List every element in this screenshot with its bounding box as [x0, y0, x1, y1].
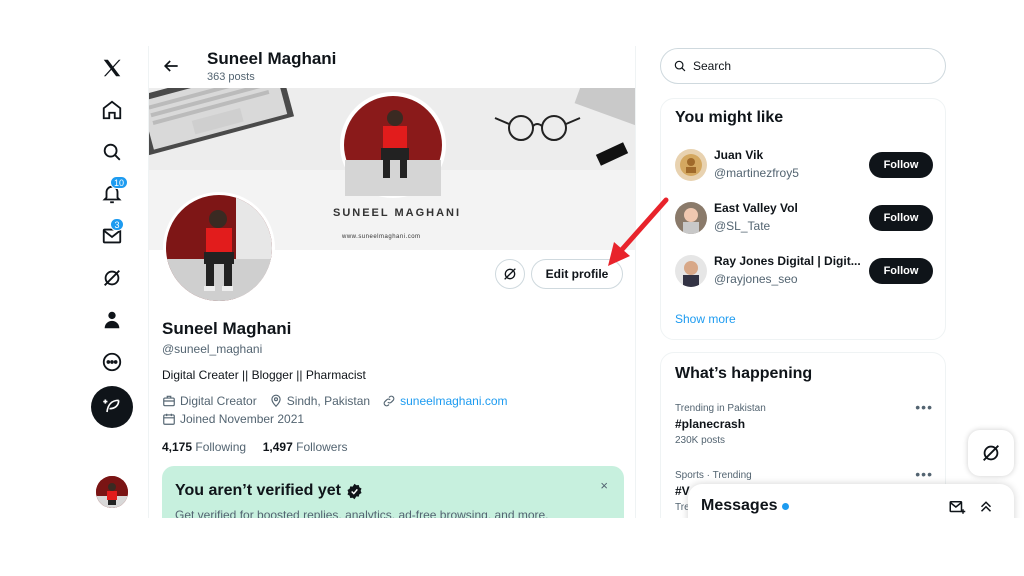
- expand-chevron-icon[interactable]: [977, 497, 995, 515]
- grok-analyze-button[interactable]: [495, 259, 525, 289]
- search-placeholder: Search: [693, 59, 732, 73]
- compose-post-button[interactable]: [91, 386, 133, 428]
- back-arrow-icon[interactable]: [161, 56, 181, 76]
- suggested-user-row[interactable]: Ray Jones Digital | Digit... @rayjones_s…: [675, 251, 933, 291]
- follow-button[interactable]: Follow: [869, 258, 933, 284]
- grok-floating-button[interactable]: [968, 430, 1014, 476]
- suggested-user-handle: @martinezfroy5: [714, 166, 799, 180]
- suggested-user-avatar: [675, 149, 707, 181]
- followers-link[interactable]: 1,497 Followers: [263, 440, 348, 454]
- profile-joined-row: Joined November 2021: [162, 412, 304, 426]
- profile-bio: Digital Creater || Blogger || Pharmacist: [162, 368, 366, 382]
- you-might-like-card: You might like Juan Vik @martinezfroy5 F…: [660, 98, 946, 340]
- suggested-user-handle: @SL_Tate: [714, 219, 771, 233]
- verified-badge-icon: [347, 483, 362, 499]
- following-link[interactable]: 4,175 Following: [162, 440, 246, 454]
- messages-mail-icon[interactable]: 3: [88, 216, 136, 256]
- suggested-user-handle: @rayjones_seo: [714, 272, 798, 286]
- profile-joined: Joined November 2021: [180, 412, 305, 426]
- new-message-icon[interactable]: [948, 498, 966, 516]
- profile-location: Sindh, Pakistan: [286, 394, 371, 408]
- header-name: Suneel Maghani: [207, 49, 337, 68]
- messages-badge: 3: [110, 218, 124, 231]
- profile-name: Suneel Maghani: [162, 319, 292, 338]
- header-post-count: 363 posts: [207, 71, 255, 83]
- banner-url-text: www.suneelmaghani.com: [342, 234, 421, 240]
- suggested-user-avatar: [675, 255, 707, 287]
- messages-title: Messages: [701, 497, 789, 515]
- trend-item[interactable]: Trending in Pakistan #planecrash 230K po…: [675, 399, 933, 446]
- suggested-user-name: Juan Vik: [714, 148, 764, 162]
- show-more-link[interactable]: Show more: [675, 312, 736, 326]
- suggested-user-avatar: [675, 202, 707, 234]
- follow-button[interactable]: Follow: [869, 205, 933, 231]
- notifications-bell-icon[interactable]: 10: [88, 174, 136, 214]
- trend-context: Sports · Trending: [675, 470, 752, 481]
- verify-close-button[interactable]: ×: [600, 478, 608, 493]
- more-dots-icon[interactable]: •••: [915, 466, 933, 482]
- notifications-badge: 10: [110, 176, 129, 189]
- profile-handle: @suneel_maghani: [162, 342, 263, 356]
- calendar-icon: [163, 413, 175, 425]
- search-icon: [674, 60, 686, 72]
- profile-photo: [166, 195, 272, 301]
- briefcase-icon: [163, 395, 175, 407]
- whats-happening-title: What’s happening: [675, 365, 813, 382]
- you-might-like-title: You might like: [675, 109, 784, 126]
- suggested-user-name: Ray Jones Digital | Digit...: [714, 254, 861, 268]
- account-avatar[interactable]: [96, 476, 128, 508]
- annotation-arrow: [608, 197, 669, 266]
- grok-icon: [504, 268, 516, 280]
- profile-avatar[interactable]: [163, 192, 275, 304]
- profile-person-icon[interactable]: [88, 300, 136, 340]
- follow-stats: 4,175 Following 1,497 Followers: [162, 440, 347, 454]
- profile-website-link[interactable]: suneelmaghani.com: [400, 394, 507, 408]
- trend-hashtag: #planecrash: [675, 417, 746, 431]
- bottom-whitespace: [0, 518, 1024, 576]
- profile-column: Suneel Maghani 363 posts SUNEEL MAGHANI …: [148, 46, 636, 576]
- follow-button[interactable]: Follow: [869, 152, 933, 178]
- suggested-user-row[interactable]: East Valley Vol @SL_Tate Follow: [675, 198, 933, 238]
- link-icon: [383, 395, 395, 407]
- more-circle-icon[interactable]: [88, 342, 136, 382]
- suggested-user-row[interactable]: Juan Vik @martinezfroy5 Follow: [675, 145, 933, 185]
- unread-dot: [781, 502, 789, 510]
- explore-search-icon[interactable]: [88, 132, 136, 172]
- x-logo-icon[interactable]: [88, 48, 136, 88]
- verify-title: You aren’t verified yet: [175, 482, 363, 500]
- suggested-user-name: East Valley Vol: [714, 201, 798, 215]
- grok-icon[interactable]: [88, 258, 136, 298]
- banner-name-text: SUNEEL MAGHANI: [333, 207, 462, 219]
- grok-icon: [983, 445, 999, 461]
- feather-plus-icon: [103, 399, 120, 413]
- location-pin-icon: [271, 394, 281, 408]
- profile-header: Suneel Maghani 363 posts: [149, 46, 635, 88]
- profile-category: Digital Creator: [180, 394, 257, 408]
- search-input[interactable]: Search: [660, 48, 946, 84]
- more-dots-icon[interactable]: •••: [915, 399, 933, 415]
- home-icon[interactable]: [88, 90, 136, 130]
- trend-context: Trending in Pakistan: [675, 403, 766, 414]
- trend-post-count: 230K posts: [675, 435, 726, 446]
- profile-meta-row: Digital Creator Sindh, Pakistan suneelma…: [162, 394, 508, 408]
